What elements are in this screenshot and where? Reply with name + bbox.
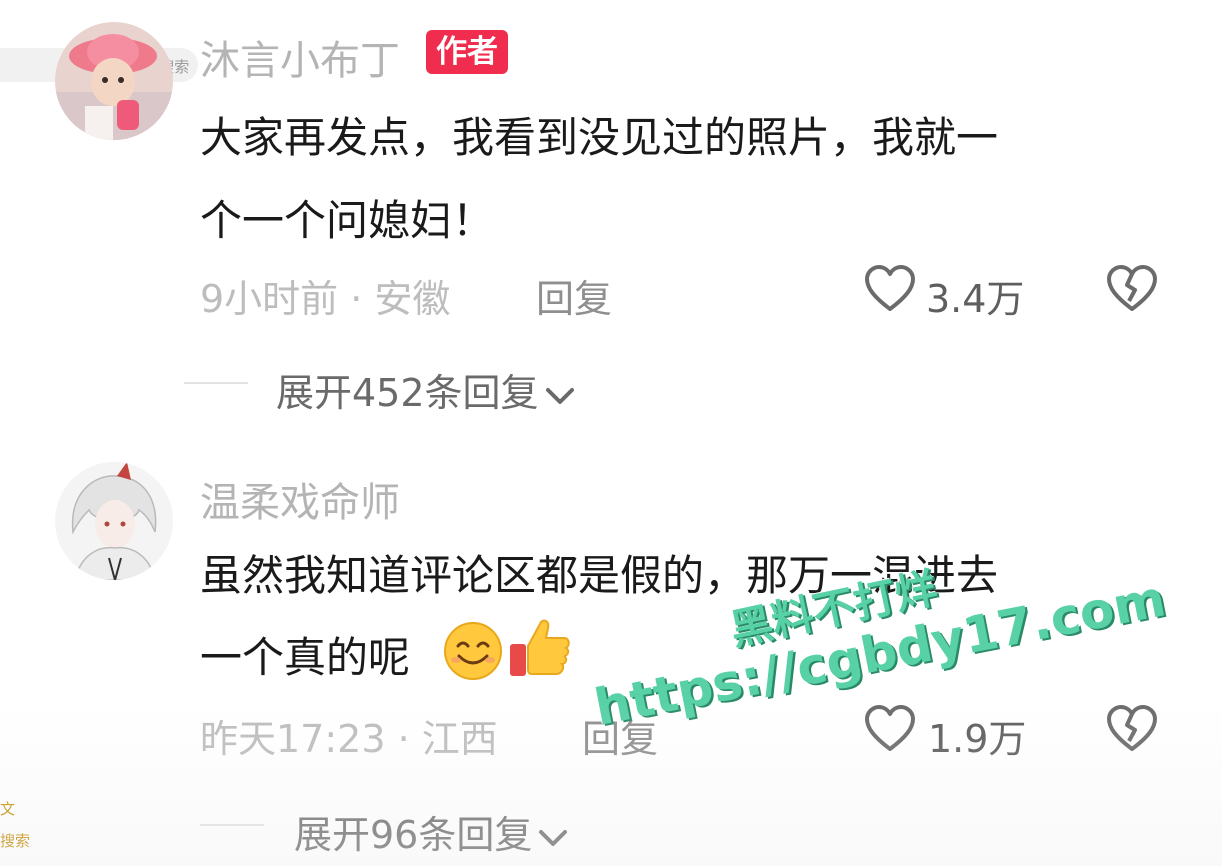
chevron-down-icon — [539, 829, 568, 846]
username[interactable]: 沐言小布丁 — [200, 28, 400, 86]
anime-white-hair-avatar-icon — [55, 462, 173, 580]
expand-divider — [200, 824, 264, 826]
baby-pink-hat-avatar-icon — [55, 22, 173, 140]
dislike-broken-heart-icon[interactable] — [1106, 264, 1158, 314]
expand-replies-label: 展开452条回复 — [276, 371, 539, 415]
expand-replies-button[interactable]: 展开96条回复 — [294, 804, 568, 859]
expand-divider — [184, 382, 248, 384]
reply-button[interactable]: 回复 — [536, 268, 612, 323]
expand-replies-label: 展开96条回复 — [294, 813, 533, 857]
avatar[interactable] — [55, 462, 173, 580]
comment-text-line: 一个真的呢 — [200, 633, 411, 682]
like-heart-icon[interactable] — [864, 704, 916, 754]
comment-meta: 昨天17:23 · 江西 — [200, 717, 498, 761]
dislike-broken-heart-icon[interactable] — [1106, 704, 1158, 754]
author-badge: 作者 — [426, 30, 508, 74]
username[interactable]: 温柔戏命师 — [200, 470, 400, 528]
thumbs-up-emoji-icon — [506, 614, 572, 680]
expand-replies-button[interactable]: 展开452条回复 — [276, 362, 575, 417]
comment-text-line: 个一个问媳妇！ — [200, 196, 495, 245]
like-count: 1.9万 — [928, 717, 1027, 761]
like-heart-icon[interactable] — [864, 264, 916, 314]
like-count: 3.4万 — [926, 277, 1025, 321]
corner-search-label[interactable]: 搜索 — [0, 830, 30, 851]
chevron-down-icon — [545, 387, 574, 404]
corner-char: 文 — [0, 800, 16, 818]
comment-meta: 9小时前 · 安徽 — [200, 277, 451, 321]
comment-text-line: 大家再发点，我看到没见过的照片，我就一 — [200, 113, 999, 162]
smiling-face-emoji-icon — [442, 620, 504, 682]
avatar[interactable] — [55, 22, 173, 140]
